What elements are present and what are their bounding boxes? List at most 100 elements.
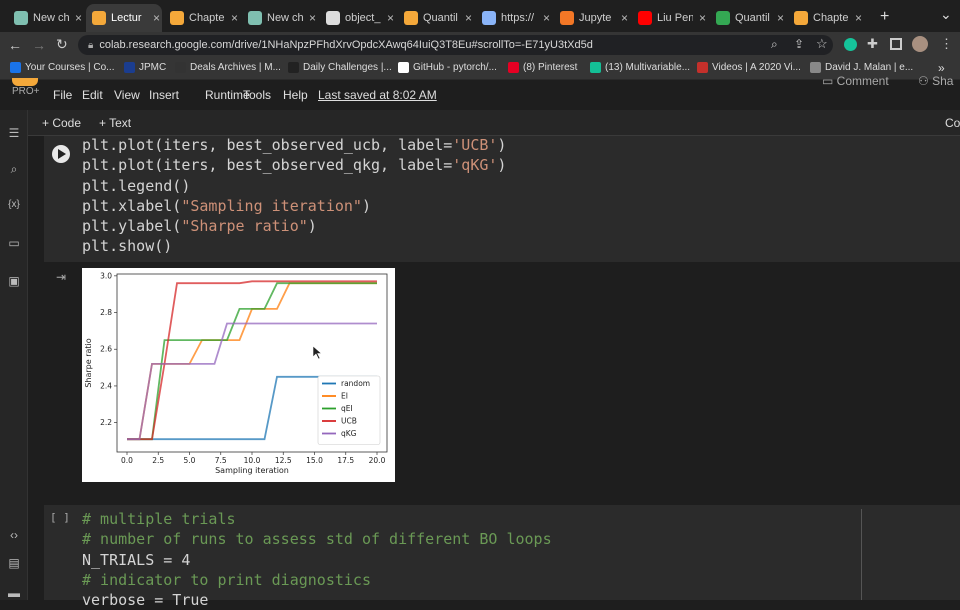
menu-edit[interactable]: Edit [82,88,103,102]
browser-tab[interactable]: Lectur × [86,4,162,32]
menu-file[interactable]: File [53,88,72,102]
menu-tools[interactable]: Tools [243,88,271,102]
bookmark-label: (13) Multivariable... [605,62,691,73]
string-literal: "Sharpe ratio" [181,217,308,236]
browser-tab[interactable]: New ch × [8,4,84,32]
string-literal: "Sampling iteration" [181,196,362,215]
bookmark-item[interactable]: GitHub - pytorch/... [398,62,497,73]
variables-icon[interactable]: {x} [7,198,21,212]
tab-title: New ch [33,12,69,24]
command-palette-icon[interactable]: ▤ [7,556,21,570]
browser-tab[interactable]: https:// × [476,4,552,32]
bookmark-item[interactable]: (13) Multivariable... [590,62,690,73]
code-text: ) [497,156,507,175]
bookmark-item[interactable]: Your Courses | Co... [10,62,115,73]
colab-icon [92,11,106,25]
bookmarks-bar: Your Courses | Co... JPMC Deals Archives |… [0,58,960,80]
bookmark-favicon [697,62,708,73]
code-line: plt.show() [82,236,506,256]
close-icon[interactable]: × [699,11,706,25]
browser-tab[interactable]: Jupyte × [554,4,630,32]
browser-tab[interactable]: object_ × [320,4,396,32]
menu-insert[interactable]: Insert [149,88,179,102]
legend-label: UCB [341,417,357,426]
browser-tab[interactable]: Quantil × [710,4,786,32]
code-line: plt.legend() [82,176,506,196]
extensions-icon[interactable]: ✚ [867,36,878,52]
legend-label: EI [341,392,348,401]
bookmark-item[interactable]: Deals Archives | M... [175,62,281,73]
browser-tab[interactable]: New ch × [242,4,318,32]
close-icon[interactable]: × [855,11,862,25]
tab-title: object_ [345,12,381,24]
code-line: N_TRIALS = 4 [82,550,191,569]
calendar-icon[interactable]: ▣ [7,274,21,288]
connect-button[interactable]: Co [945,116,960,130]
back-icon[interactable]: ← [8,37,22,53]
share-page-icon[interactable]: ⇪ [794,37,804,51]
search-icon[interactable]: ⌕ [7,162,21,176]
zoom-icon[interactable]: ⌕ [771,37,778,52]
terminal-icon[interactable]: ▬ [7,586,21,600]
bookmark-item[interactable]: Videos | A 2020 Vi... [697,62,801,73]
close-icon[interactable]: × [153,11,160,25]
browser-tab[interactable]: Chapte × [788,4,864,32]
bookmark-item[interactable]: (8) Pinterest [508,62,577,73]
bookmark-item[interactable]: JPMC [124,62,166,73]
tab-search-icon[interactable]: ⌄ [940,6,952,23]
close-icon[interactable]: × [309,11,316,25]
bookmark-label: David J. Malan | e... [825,62,914,73]
reload-icon[interactable]: ↻ [56,36,68,53]
close-icon[interactable]: × [465,11,472,25]
output-icon[interactable]: ⇥ [56,270,66,284]
browser-menu-icon[interactable]: ⋮ [940,36,953,52]
close-icon[interactable]: × [231,11,238,25]
run-cell-bracket[interactable]: [ ] [50,511,70,524]
close-icon[interactable]: × [621,11,628,25]
files-icon[interactable]: ▭ [7,236,21,250]
new-tab-icon[interactable]: + [880,8,889,26]
address-bar[interactable]: 🔒︎ colab.research.google.com/drive/1NHaN… [78,35,833,55]
cell-source[interactable]: plt.plot(iters, best_observed_ucb, label… [82,135,506,257]
sidepanel-icon[interactable] [890,38,902,50]
close-icon[interactable]: × [75,11,82,25]
share-button[interactable]: ⚇ Sha [918,74,953,88]
add-code-button[interactable]: + Code [42,116,81,130]
plot-output: 0.0 2.5 5.0 7.5 10.0 12.5 15.0 17.5 20.0 2.2 2.4 2.… [82,268,395,482]
browser-tab[interactable]: Quantil × [398,4,474,32]
profile-avatar[interactable] [912,36,928,52]
left-sidebar: ☰ ⌕ {x} ▭ ▣ ‹› ▤ ▬ [0,110,28,600]
x-tick-label: 0.0 [121,456,133,465]
play-icon [58,149,66,159]
more-bookmarks-icon[interactable]: » [938,61,945,75]
code-snippets-icon[interactable]: ‹› [7,528,21,542]
tab-title: Jupyte [579,12,612,24]
add-text-button[interactable]: + Text [99,116,131,130]
browser-tab[interactable]: Chapte × [164,4,240,32]
last-saved[interactable]: Last saved at 8:02 AM [318,88,437,102]
close-icon[interactable]: × [387,11,394,25]
run-cell-button[interactable] [52,145,70,163]
string-literal: 'qKG' [452,156,498,175]
youtube-icon [638,11,652,25]
bookmark-item[interactable]: Daily Challenges |... [288,62,392,73]
close-icon[interactable]: × [777,11,784,25]
cell-source[interactable]: # multiple trials # number of runs to ass… [82,509,552,610]
bookmark-item[interactable]: David J. Malan | e... [810,62,913,73]
star-icon[interactable]: ☆ [816,36,828,52]
menu-view[interactable]: View [114,88,140,102]
forward-icon[interactable]: → [32,37,46,53]
y-tick-label: 2.4 [100,381,112,390]
colab-logo[interactable] [12,78,38,86]
comment-button[interactable]: ▭ Comment [822,74,889,88]
drive-icon [716,11,730,25]
code-text: ) [307,217,317,236]
grammarly-icon[interactable] [844,38,857,51]
menu-help[interactable]: Help [283,88,308,102]
bookmark-favicon [398,62,409,73]
browser-tab[interactable]: Liu Pen × [632,4,708,32]
string-literal: 'UCB' [452,136,498,154]
cell-scrollbar[interactable] [861,509,862,600]
toc-icon[interactable]: ☰ [7,126,21,140]
close-icon[interactable]: × [543,11,550,25]
